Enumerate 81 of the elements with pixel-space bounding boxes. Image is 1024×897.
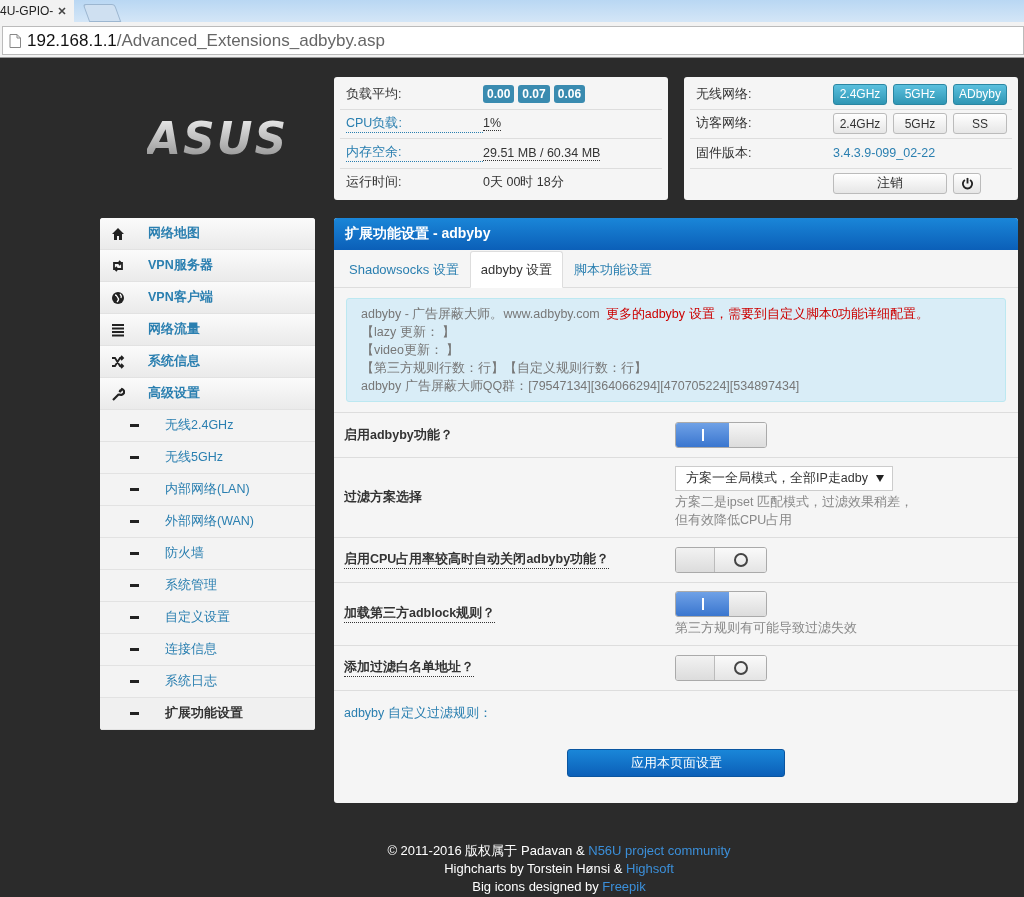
- network-button[interactable]: ADbyby: [953, 83, 1007, 105]
- load-badge: 0.06: [553, 85, 586, 104]
- close-icon[interactable]: [58, 7, 66, 15]
- status-value: 1%: [483, 116, 502, 132]
- hint-text: 第三方规则有可能导致过滤失效: [675, 620, 858, 637]
- wrench-icon: [111, 386, 125, 401]
- status-value: 0天 00时 18分: [483, 174, 564, 192]
- retweet-icon: [111, 258, 125, 273]
- network-button[interactable]: 5GHz: [893, 83, 947, 105]
- footer-text: © 2011-2016 版权属于 Padavan & N56U project community: [386, 842, 732, 860]
- toggle-switch[interactable]: [675, 547, 767, 573]
- sidebar-item[interactable]: VPN客户端: [100, 282, 315, 314]
- address-bar[interactable]: 192.168.1.1/Advanced_Extensions_adbyby.asp: [2, 26, 1024, 55]
- toggle-switch[interactable]: [675, 591, 767, 617]
- setting-label: 启用adbyby功能？: [344, 426, 453, 444]
- status-link[interactable]: 内存空余:: [346, 144, 483, 163]
- sidebar-item[interactable]: 网络流量: [100, 314, 315, 346]
- setting-label: 过滤方案选择: [344, 489, 422, 506]
- info-text: 【video更新： 】: [361, 343, 460, 357]
- network-button[interactable]: 2.4GHz: [833, 113, 887, 135]
- status-label: 负载平均:: [346, 85, 403, 103]
- dash-icon: [130, 648, 139, 651]
- info-text: adbyby 广告屏蔽大师QQ群：[79547134][364066294][470705224][534897434]: [361, 379, 800, 393]
- globe-icon: [111, 290, 125, 305]
- status-label: 访客网络:: [696, 115, 753, 133]
- dash-icon: [130, 488, 139, 491]
- dash-icon: [130, 616, 139, 619]
- info-text: adbyby - 广告屏蔽大师。www.adbyby.com: [361, 307, 600, 321]
- status-label: 运行时间:: [346, 174, 403, 192]
- status-link[interactable]: CPU负载:: [346, 114, 483, 133]
- load-badge: 0.07: [518, 85, 550, 104]
- shuffle-icon: [111, 354, 125, 369]
- network-button[interactable]: SS: [953, 113, 1007, 135]
- toggle-switch[interactable]: [675, 422, 767, 448]
- info-text: 【第三方规则行数：行】【自定义规则行数：行】: [361, 361, 647, 375]
- dash-icon: [130, 520, 139, 523]
- toggle-switch[interactable]: [675, 655, 767, 681]
- browser-tab[interactable]: 4U-GPIO-: [0, 0, 74, 22]
- footer-text: Highcharts by Torstein Hønsi & Highsoft: [443, 860, 675, 878]
- dash-icon: [130, 712, 139, 715]
- firmware-link[interactable]: 3.4.3.9-099_02-22: [833, 146, 936, 161]
- status-label: 固件版本:: [696, 144, 753, 162]
- warning-text: 更多的adbyby 设置，需要到自定义脚本0功能详细配置。: [605, 307, 930, 321]
- sidebar-item[interactable]: 网络地图: [100, 218, 315, 250]
- power-button[interactable]: [953, 173, 981, 194]
- logout-button[interactable]: 注销: [833, 173, 947, 194]
- tab[interactable]: 脚本功能设置: [563, 251, 664, 288]
- footer-link[interactable]: Highsoft: [626, 861, 674, 876]
- page-icon: [9, 33, 21, 48]
- hint-text: 方案二是ipset 匹配模式，过滤效果稍差，但有效降低CPU占用: [675, 494, 914, 529]
- sidebar-item[interactable]: VPN服务器: [100, 250, 315, 282]
- network-button[interactable]: 2.4GHz: [833, 83, 887, 105]
- panel-title: 扩展功能设置 - adbyby: [334, 218, 1018, 250]
- apply-button[interactable]: 应用本页面设置: [567, 749, 785, 777]
- power-icon: [960, 177, 974, 190]
- load-badge: 0.00: [483, 85, 515, 104]
- setting-label: 添加过滤白名单地址？: [344, 659, 474, 677]
- footer-link[interactable]: N56U project community: [588, 843, 731, 858]
- sidebar-subitem[interactable]: 扩展功能设置: [100, 698, 315, 730]
- tab[interactable]: Shadowsocks 设置: [338, 251, 470, 288]
- home-icon: [111, 226, 125, 241]
- sidebar-item[interactable]: 高级设置: [100, 378, 315, 410]
- setting-label: 启用CPU占用率较高时自动关闭adbyby功能？: [344, 551, 610, 569]
- dash-icon: [130, 424, 139, 427]
- rules-link[interactable]: adbyby 自定义过滤规则：: [344, 704, 492, 722]
- info-text: 【lazy 更新： 】: [361, 325, 456, 339]
- dash-icon: [130, 456, 139, 459]
- dash-icon: [130, 552, 139, 555]
- setting-label: 加载第三方adblock规则？: [344, 605, 496, 623]
- caret-icon: [876, 475, 884, 482]
- status-label: 无线网络:: [696, 85, 753, 103]
- footer-text: Big icons designed by Freepik: [471, 878, 647, 896]
- dash-icon: [130, 680, 139, 683]
- list-icon: [111, 322, 125, 337]
- sidebar-item[interactable]: 系统信息: [100, 346, 315, 378]
- status-value: 29.51 MB / 60.34 MB: [483, 145, 601, 161]
- footer-link[interactable]: Freepik: [602, 879, 646, 894]
- dropdown[interactable]: 方案一全局模式，全部IP走adby: [675, 466, 893, 491]
- network-button[interactable]: 5GHz: [893, 113, 947, 135]
- dash-icon: [130, 584, 139, 587]
- tab[interactable]: adbyby 设置: [469, 251, 564, 288]
